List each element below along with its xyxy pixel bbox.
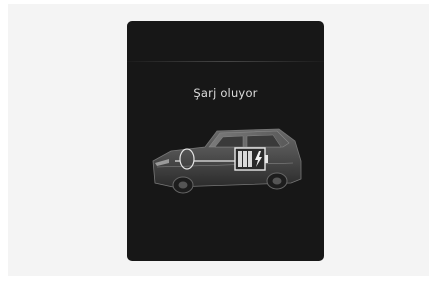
car-charging-illustration xyxy=(152,128,302,194)
header-divider xyxy=(127,61,324,62)
front-wheel-hub xyxy=(178,181,188,189)
charging-status-text: Şarj oluyor xyxy=(193,86,258,100)
charging-display: Şarj oluyor xyxy=(127,21,324,261)
rear-wheel-hub xyxy=(272,177,282,185)
battery-charging-icon xyxy=(234,147,268,171)
